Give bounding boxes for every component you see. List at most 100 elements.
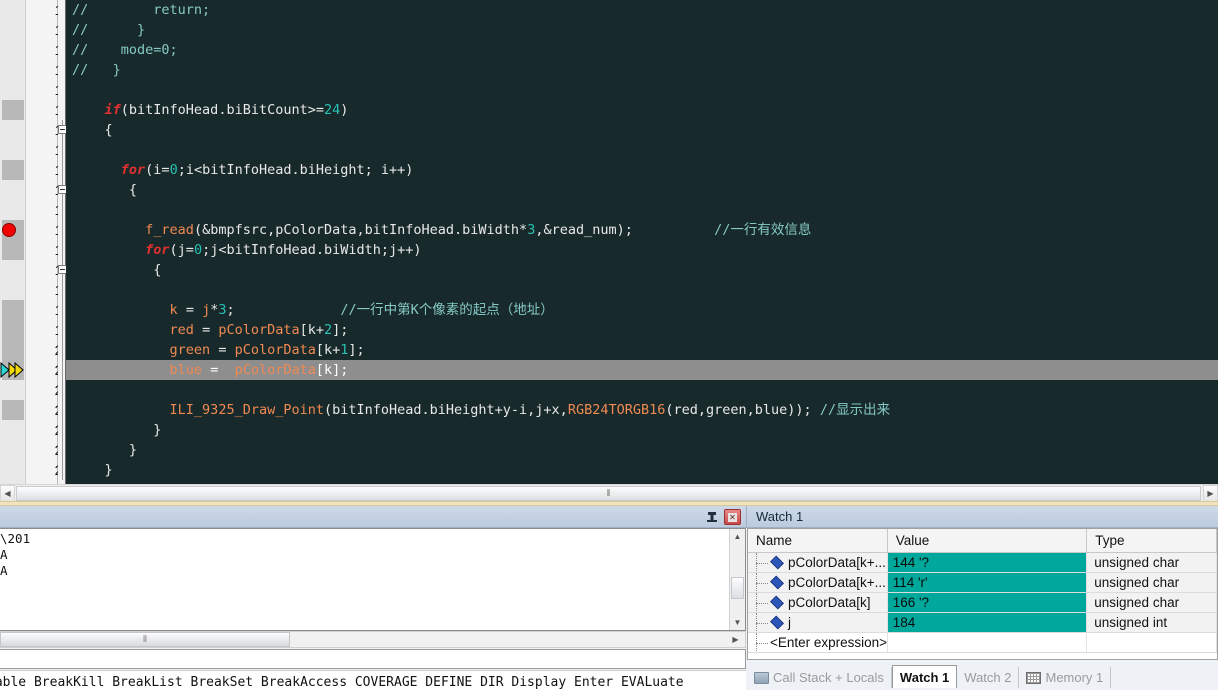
scroll-left-arrow-icon[interactable]: ◀ <box>0 485 15 502</box>
watch-cell-name[interactable]: <Enter expression> <box>748 633 888 652</box>
code-line[interactable]: ILI_9325_Draw_Point(bitInfoHead.biHeight… <box>66 400 891 420</box>
command-vscroll-thumb[interactable] <box>731 577 744 599</box>
watch-row[interactable]: pColorData[k] 166 '? unsigned char <box>748 593 1217 613</box>
executable-line-marker[interactable] <box>2 100 24 120</box>
executable-line-marker[interactable] <box>2 240 24 260</box>
watch-new-expression-row[interactable]: <Enter expression> <box>748 633 1217 653</box>
code-line[interactable] <box>66 140 72 160</box>
tab-watch-2[interactable]: Watch 2 <box>957 667 1020 688</box>
code-line[interactable] <box>66 380 72 400</box>
code-line-text: for(i=0;i<bitInfoHead.biHeight; i++) <box>66 162 414 178</box>
editor-horizontal-scrollbar[interactable]: ◀ ⦀ ▶ <box>0 484 1218 502</box>
editor-hscroll-thumb[interactable]: ⦀ <box>16 486 1201 501</box>
code-line[interactable]: red = pColorData[k+2]; <box>66 320 349 340</box>
code-line[interactable]: } <box>66 460 113 480</box>
watch-cell-name[interactable]: j <box>748 613 888 632</box>
breakpoint-icon[interactable] <box>2 223 16 237</box>
editor-code-area[interactable]: // return;// }// mode=0;// } if(bitInfoH… <box>66 0 1218 484</box>
column-header-type[interactable]: Type <box>1087 529 1217 552</box>
watch-grid[interactable]: Name Value Type pColorData[k+... 144 '? un… <box>747 528 1218 660</box>
code-token-cmt: //显示出来 <box>819 402 891 418</box>
code-line[interactable]: // return; <box>66 0 210 20</box>
command-horizontal-scrollbar[interactable]: ⦀ ▶ <box>0 631 746 648</box>
code-line[interactable]: f_read(&bmpfsrc,pColorData,bitInfoHead.b… <box>66 220 811 240</box>
code-token-var: green <box>169 342 211 358</box>
command-output-area[interactable]: \201 A A ▲ ▼ <box>0 528 746 631</box>
code-line[interactable]: { <box>66 180 137 200</box>
watch-cell-value[interactable]: 114 'r' <box>887 573 1088 592</box>
code-line[interactable]: green = pColorData[k+1]; <box>66 340 365 360</box>
fold-guide-line <box>62 220 63 240</box>
tab-memory-1[interactable]: Memory 1 <box>1019 667 1112 688</box>
column-header-value[interactable]: Value <box>888 529 1088 552</box>
executable-line-marker[interactable] <box>2 160 24 180</box>
tab-watch-1[interactable]: Watch 1 <box>891 665 958 688</box>
code-line[interactable]: for(j=0;j<bitInfoHead.biWidth;j++) <box>66 240 421 260</box>
pin-icon[interactable] <box>704 509 720 525</box>
code-line-text: { <box>66 182 137 198</box>
code-token-id: { <box>72 182 138 198</box>
code-line[interactable]: // } <box>66 20 145 40</box>
current-statement-arrow-icon <box>0 361 24 379</box>
code-line[interactable] <box>66 280 72 300</box>
watch-cell-name[interactable]: pColorData[k+... <box>748 553 888 572</box>
code-line[interactable] <box>66 80 72 100</box>
debug-panel-tabs[interactable]: Call Stack + Locals Watch 1 Watch 2 Memory … <box>747 664 1218 688</box>
code-line[interactable]: { <box>66 260 161 280</box>
code-token-id: ; <box>226 302 235 318</box>
code-token-id: = <box>210 342 235 358</box>
close-button[interactable]: ✕ <box>724 509 741 525</box>
editor-folding-margin[interactable] <box>58 0 67 484</box>
executable-line-marker[interactable] <box>2 400 24 420</box>
watch-cell-name[interactable]: pColorData[k+... <box>748 573 888 592</box>
code-token-num: 3 <box>218 302 227 318</box>
code-token-id: (i= <box>145 162 170 178</box>
watch-cell-value[interactable]: 166 '? <box>887 593 1088 612</box>
watch-expression-label: pColorData[k] <box>788 595 871 610</box>
watch-cell-name[interactable]: pColorData[k] <box>748 593 888 612</box>
fold-guide-line <box>62 360 63 380</box>
executable-line-marker[interactable] <box>2 300 24 320</box>
watch-cell-value[interactable]: 144 '? <box>887 553 1088 572</box>
watch-row[interactable]: pColorData[k+... 144 '? unsigned char <box>748 553 1217 573</box>
scroll-right-arrow-icon[interactable]: ▶ <box>1203 485 1218 502</box>
watch-cell-type <box>1087 633 1217 652</box>
tab-call-stack-locals[interactable]: Call Stack + Locals <box>747 667 892 688</box>
watch-expression-label: pColorData[k+... <box>788 555 886 570</box>
code-line[interactable]: { <box>66 120 113 140</box>
column-header-name[interactable]: Name <box>748 529 888 552</box>
code-line-current[interactable]: blue = pColorData[k]; <box>66 360 1218 380</box>
executable-line-marker[interactable] <box>2 340 24 360</box>
source-code-editor[interactable]: 1831841851861871881891901911921931941951… <box>0 0 1218 484</box>
watch-cell-value[interactable] <box>887 633 1088 652</box>
code-token-id: } <box>72 442 138 458</box>
command-vertical-scrollbar[interactable]: ▲ ▼ <box>729 529 745 630</box>
scroll-up-arrow-icon[interactable]: ▲ <box>730 529 745 544</box>
watch-cell-value[interactable]: 184 <box>887 613 1088 632</box>
command-hscroll-thumb[interactable]: ⦀ <box>0 632 290 647</box>
executable-line-marker[interactable] <box>2 320 24 340</box>
watch-row[interactable]: pColorData[k+... 114 'r' unsigned char <box>748 573 1217 593</box>
code-line[interactable]: if(bitInfoHead.biBitCount>=24) <box>66 100 349 120</box>
fold-guide-line <box>62 420 63 440</box>
scroll-right-arrow-icon[interactable]: ▶ <box>728 632 743 647</box>
code-token-id: (j= <box>169 242 194 258</box>
code-line[interactable]: for(i=0;i<bitInfoHead.biHeight; i++) <box>66 160 414 180</box>
code-line[interactable]: // mode=0; <box>66 40 178 60</box>
code-token-num: 0 <box>169 162 178 178</box>
code-line[interactable]: k = j*3; //一行中第K个像素的起点（地址） <box>66 300 554 320</box>
code-line[interactable]: } <box>66 440 137 460</box>
code-line[interactable]: } <box>66 420 161 440</box>
code-token-fn: ILI_9325_Draw_Point <box>169 402 324 418</box>
scroll-down-arrow-icon[interactable]: ▼ <box>730 615 745 630</box>
fold-guide-line <box>62 160 63 180</box>
watch-cell-type: unsigned char <box>1087 573 1217 592</box>
code-line-text: green = pColorData[k+1]; <box>66 342 365 358</box>
code-line[interactable] <box>66 200 72 220</box>
fold-guide-line <box>62 300 63 320</box>
editor-marker-column[interactable] <box>0 0 26 484</box>
command-input-field[interactable] <box>0 649 746 669</box>
code-line[interactable]: // } <box>66 60 121 80</box>
watch-row[interactable]: j 184 unsigned int <box>748 613 1217 633</box>
